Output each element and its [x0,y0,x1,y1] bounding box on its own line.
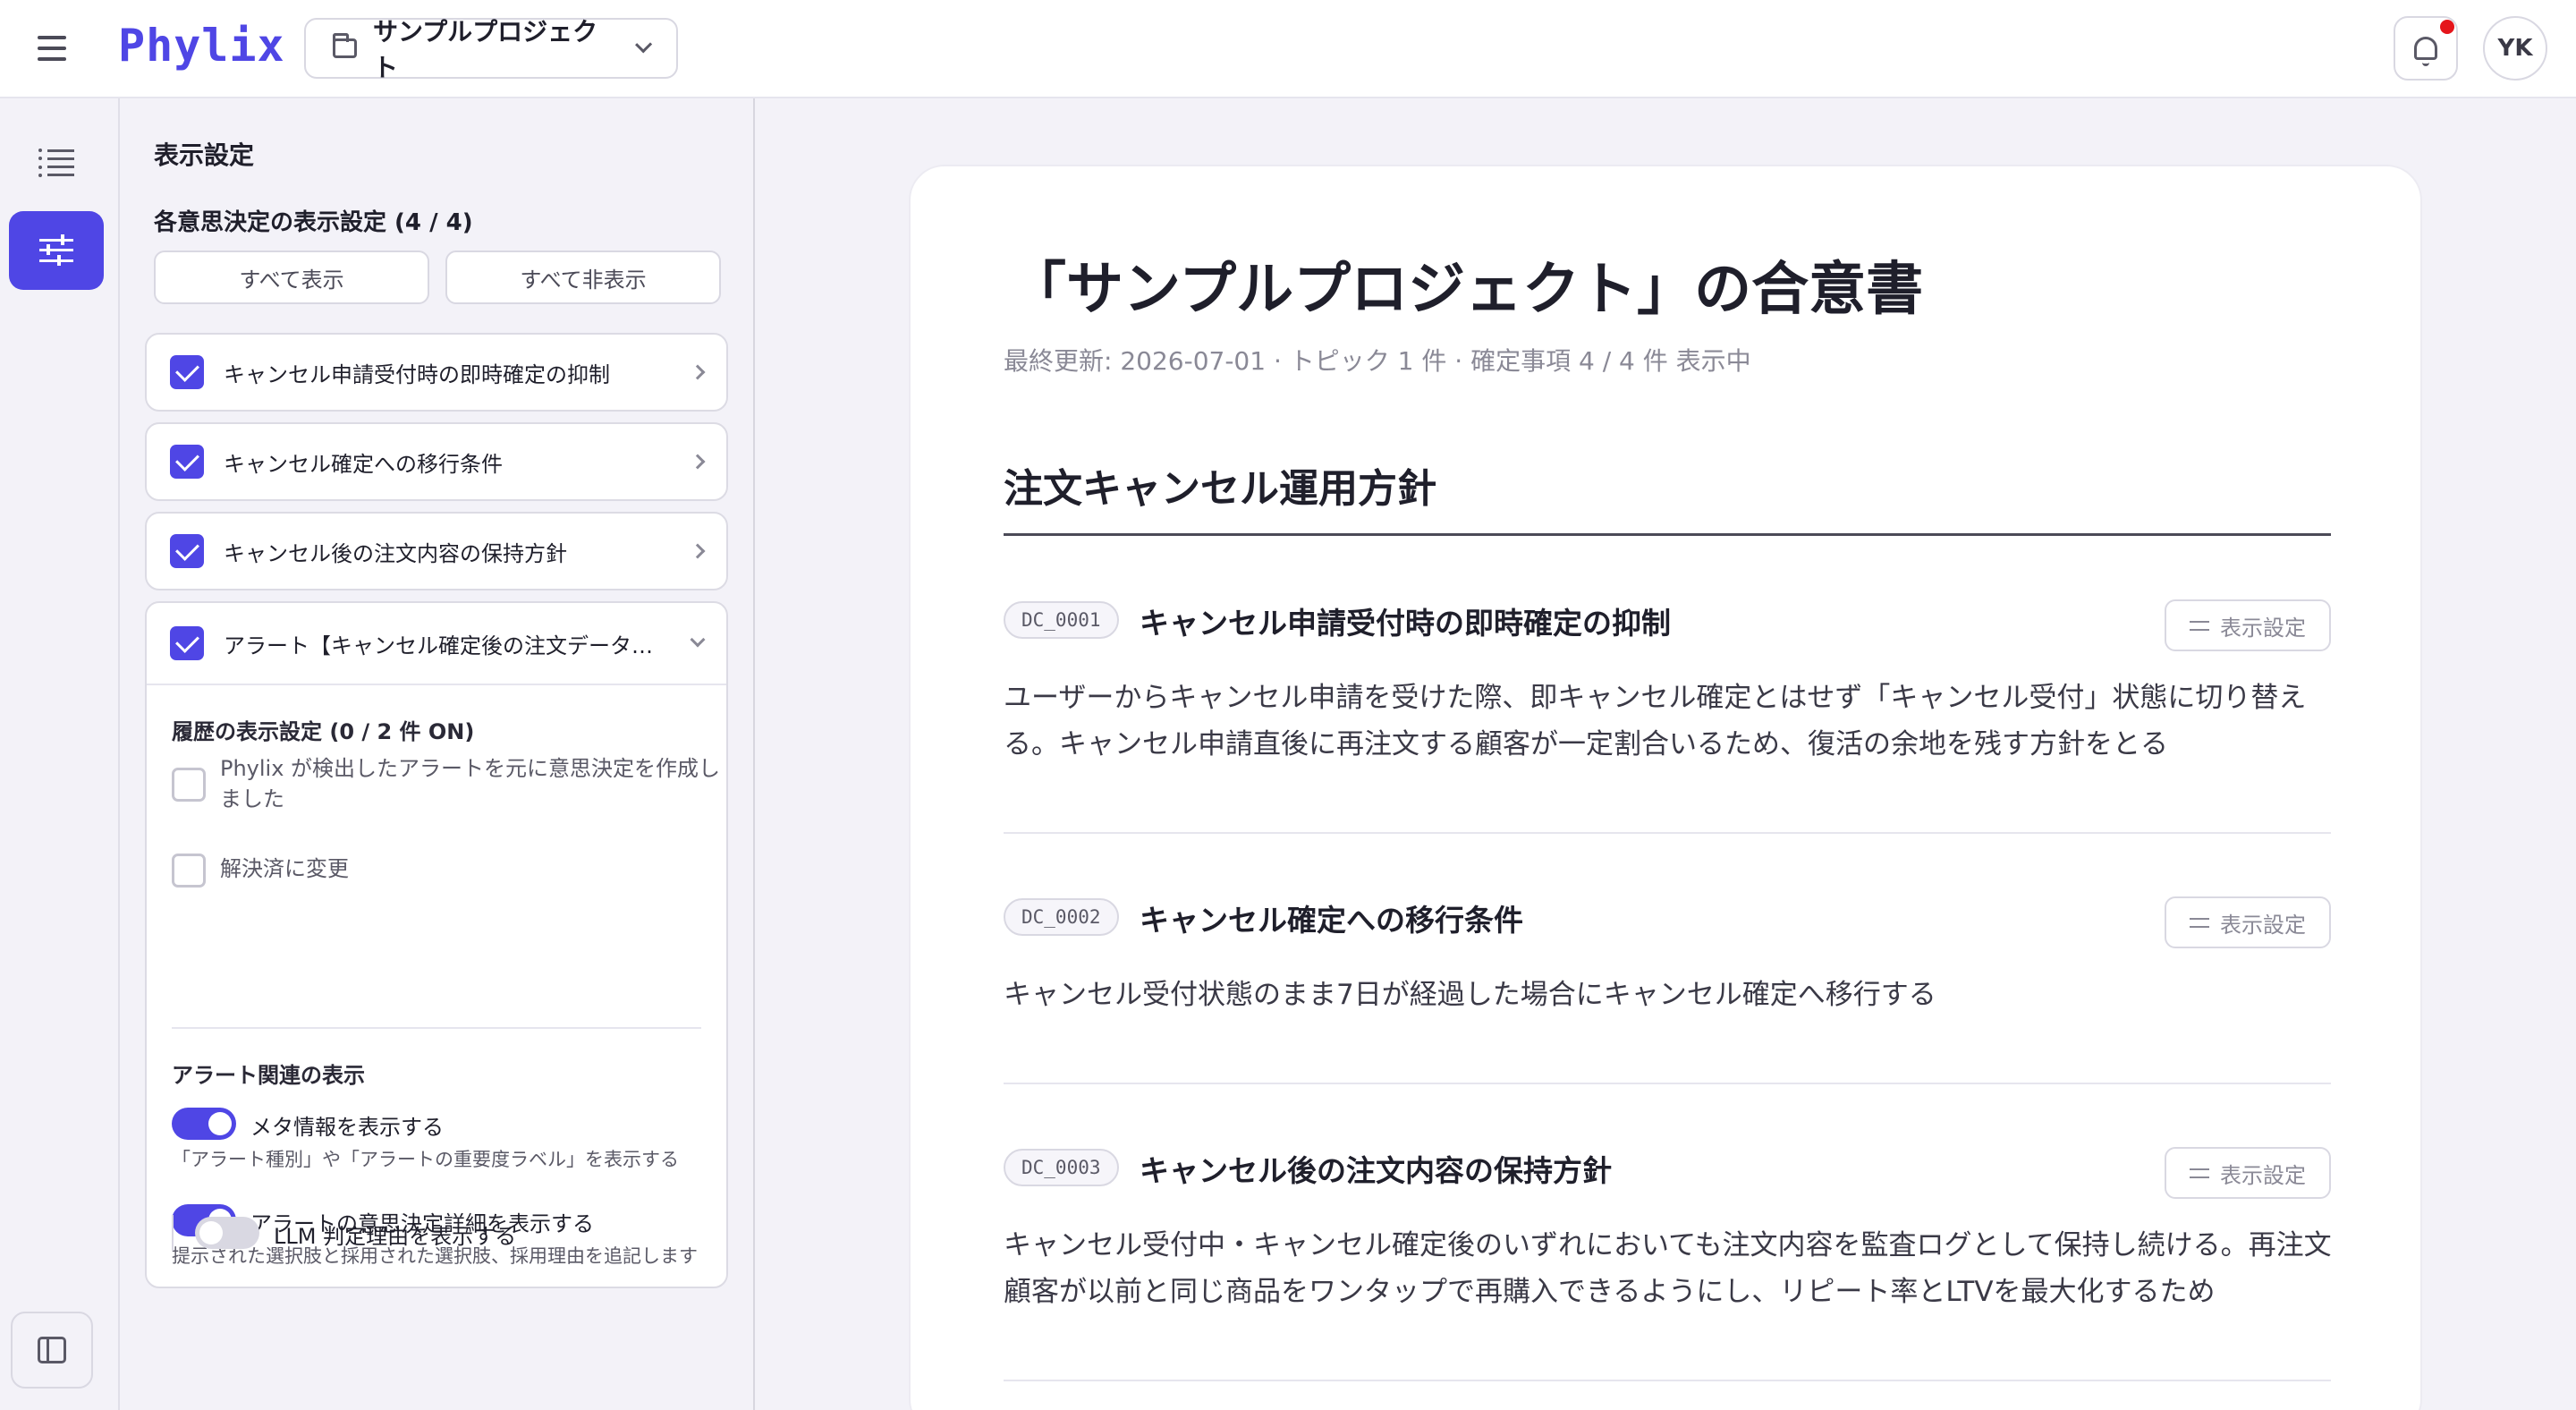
decision-title: キャンセル確定への移行条件 [1140,903,1523,938]
history-checkbox[interactable] [172,768,206,802]
decision-title: キャンセル後の注文内容の保持方針 [1140,1153,1612,1188]
page-title: 「サンプルプロジェクト」の合意書 [1009,257,1924,323]
icon-rail [0,98,120,1410]
divider [172,1027,701,1029]
decision-toggle-label: キャンセル申請受付時の即時確定の抑制 [224,361,610,387]
toggle-label: LLM 判定理由を表示する [274,1224,517,1249]
section-divider [1004,533,2331,536]
decision-toggle-item[interactable]: キャンセル確定への移行条件 [145,422,728,501]
decision-id-badge: DC_0003 [1004,1149,1119,1186]
agreement-document: 「サンプルプロジェクト」の合意書 最終更新: 2026-07-01 · トピック… [909,165,2422,1410]
display-settings-button[interactable]: 表示設定 [2165,1147,2331,1199]
menu-icon[interactable] [34,30,70,66]
chevron-down-icon [634,36,652,54]
bell-icon [2414,37,2437,66]
hide-all-button[interactable]: すべて非表示 [445,251,721,304]
display-settings-button[interactable]: 表示設定 [2165,896,2331,948]
decision-body: キャンセル受付状態のまま7日が経過した場合にキャンセル確定へ移行する [1004,979,1936,1011]
llm-reason-toggle[interactable] [195,1217,259,1249]
chevron-right-icon [690,543,706,559]
show-all-button[interactable]: すべて表示 [154,251,429,304]
notification-dot [2440,20,2454,34]
decision-toggle-item[interactable]: アラート【キャンセル確定後の注文データ… [147,603,726,685]
display-settings-label: 表示設定 [2220,615,2306,641]
row-divider [1004,1380,2331,1381]
decisions-heading: 各意思決定の表示設定 (4 / 4) [154,209,473,236]
display-settings-label: 表示設定 [2220,912,2306,938]
history-checkbox-label: 解決済に変更 [220,856,349,881]
indent-guide [172,1215,174,1251]
decision-toggle-label: アラート【キャンセル確定後の注文データ… [224,633,653,658]
toggle-description: 「アラート種別」や「アラートの重要度ラベル」を表示する [172,1149,679,1170]
app-logo[interactable]: Phylix [118,20,285,72]
notifications-button[interactable] [2394,16,2458,81]
display-settings-panel: 表示設定 各意思決定の表示設定 (4 / 4) すべて表示 すべて非表示 キャン… [122,98,755,1410]
top-header: Phylix サンプルプロジェクト YK [0,0,2576,98]
alert-decision-expanded: アラート【キャンセル確定後の注文データ… 履歴の表示設定 (0 / 2 件 ON… [145,601,728,1288]
project-name: サンプルプロジェクト [372,17,598,82]
project-selector[interactable]: サンプルプロジェクト [304,17,678,82]
meta-info-toggle[interactable] [172,1108,236,1140]
panel-title: 表示設定 [154,140,255,170]
chevron-right-icon [690,454,706,470]
decision-body: キャンセル受付中・キャンセル確定後のいずれにおいても注文内容を監査ログとして保持… [1004,1229,2332,1308]
sidebar-toggle-button[interactable] [11,1312,93,1389]
history-heading: 履歴の表示設定 (0 / 2 件 ON) [172,719,475,744]
chevron-right-icon [690,364,706,380]
decision-id-badge: DC_0002 [1004,898,1119,936]
toggle-label: メタ情報を表示する [250,1115,444,1140]
toc-button[interactable] [9,123,104,202]
decision-title: キャンセル申請受付時の即時確定の抑制 [1140,606,1671,641]
check-icon[interactable] [170,534,204,568]
chevron-down-icon [690,632,706,648]
row-divider [1004,1083,2331,1084]
display-settings-rail-button[interactable] [9,211,104,290]
sliders-icon [2190,617,2209,633]
row-divider [1004,832,2331,834]
display-settings-button[interactable]: 表示設定 [2165,599,2331,651]
sidebar-toggle-icon [38,1337,66,1363]
sliders-icon [39,234,73,266]
avatar[interactable]: YK [2483,16,2547,81]
sliders-icon [2190,914,2209,930]
history-checkbox[interactable] [172,854,206,888]
sliders-icon [2190,1165,2209,1181]
list-icon [38,149,74,177]
alert-related-heading: アラート関連の表示 [172,1063,365,1088]
check-icon[interactable] [170,445,204,479]
decision-toggle-label: キャンセル確定への移行条件 [224,451,503,477]
decision-toggle-item[interactable]: キャンセル後の注文内容の保持方針 [145,512,728,590]
history-checkbox-label: Phylix が検出したアラートを元に意思決定を作成しました [220,756,721,811]
section-title: 注文キャンセル運用方針 [1004,466,1436,512]
decision-toggle-item[interactable]: キャンセル申請受付時の即時確定の抑制 [145,333,728,412]
decision-toggle-label: キャンセル後の注文内容の保持方針 [224,540,567,566]
document-meta: 最終更新: 2026-07-01 · トピック 1 件 · 確定事項 4 / 4… [1004,346,1751,376]
decision-id-badge: DC_0001 [1004,601,1119,639]
check-icon[interactable] [170,355,204,389]
display-settings-label: 表示設定 [2220,1162,2306,1188]
decision-body: ユーザーからキャンセル申請を受けた際、即キャンセル確定とはせず「キャンセル受付」… [1004,682,2307,760]
check-icon[interactable] [170,626,204,660]
folder-icon [333,33,357,58]
